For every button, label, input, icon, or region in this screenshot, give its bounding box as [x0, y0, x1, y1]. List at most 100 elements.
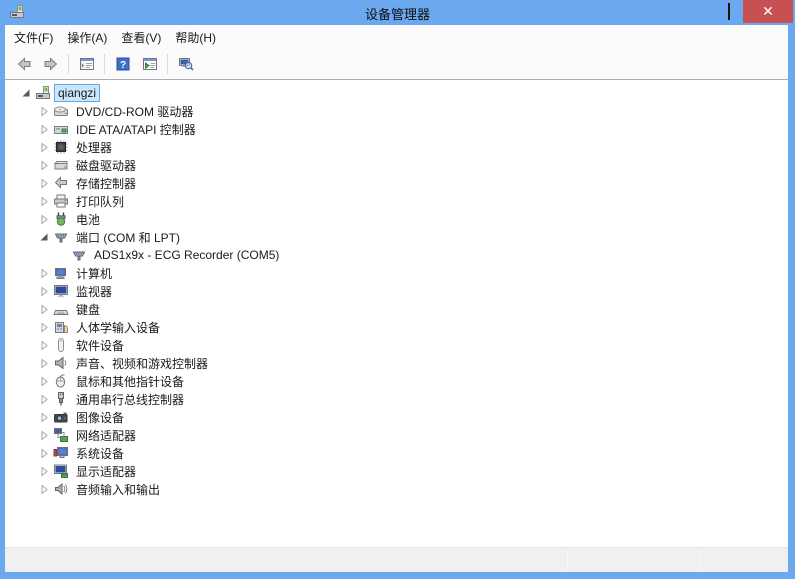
properties-button[interactable]: [137, 52, 162, 77]
network-adapter-icon: [53, 427, 69, 443]
tree-item-label[interactable]: 端口 (COM 和 LPT): [73, 228, 183, 247]
device-tree[interactable]: qiangzi DVD/CD-ROM 驱动器 IDE ATA/ATAPI 控制器 处理…: [5, 80, 788, 547]
tree-item-label[interactable]: 鼠标和其他指针设备: [73, 372, 187, 391]
toolbar-separator: [167, 54, 168, 74]
toolbar-separator: [68, 54, 69, 74]
back-arrow-icon: [16, 56, 32, 72]
tree-item-label[interactable]: 显示适配器: [73, 462, 139, 481]
show-hide-console-tree-button[interactable]: [74, 52, 99, 77]
tree-item-label[interactable]: 声音、视频和游戏控制器: [73, 354, 211, 373]
tree-item[interactable]: 图像设备: [5, 408, 788, 426]
collapsed-twisty-icon[interactable]: [38, 303, 50, 315]
minimize-button[interactable]: [685, 0, 714, 23]
collapsed-twisty-icon[interactable]: [38, 123, 50, 135]
scan-hardware-changes-button[interactable]: [173, 52, 198, 77]
tree-item-label[interactable]: 电池: [73, 210, 103, 229]
collapsed-twisty-icon[interactable]: [38, 213, 50, 225]
tree-item-label[interactable]: 系统设备: [73, 444, 127, 463]
tree-item-label[interactable]: 音频输入和输出: [73, 480, 163, 499]
tree-item[interactable]: DVD/CD-ROM 驱动器: [5, 102, 788, 120]
collapsed-twisty-icon[interactable]: [38, 429, 50, 441]
tree-item[interactable]: qiangzi: [5, 84, 788, 102]
tree-item[interactable]: 网络适配器: [5, 426, 788, 444]
tree-item-label[interactable]: 计算机: [73, 264, 115, 283]
close-button[interactable]: ✕: [743, 0, 793, 23]
client-area: 文件(F) 操作(A) 查看(V) 帮助(H) ? qiangzi DVD/CD-ROM…: [5, 25, 788, 572]
collapsed-twisty-icon[interactable]: [38, 465, 50, 477]
tree-item-label[interactable]: 处理器: [73, 138, 115, 157]
tree-item-label[interactable]: 软件设备: [73, 336, 127, 355]
tree-item[interactable]: 音频输入和输出: [5, 480, 788, 498]
collapsed-twisty-icon[interactable]: [38, 375, 50, 387]
battery-icon: [53, 211, 69, 227]
back-button[interactable]: [11, 52, 36, 77]
tree-item-label[interactable]: 图像设备: [73, 408, 127, 427]
collapsed-twisty-icon[interactable]: [38, 285, 50, 297]
collapsed-twisty-icon[interactable]: [38, 195, 50, 207]
tree-item[interactable]: 端口 (COM 和 LPT): [5, 228, 788, 246]
help-button[interactable]: ?: [110, 52, 135, 77]
tree-item-label[interactable]: IDE ATA/ATAPI 控制器: [73, 120, 199, 139]
software-device-icon: [53, 337, 69, 353]
close-icon: ✕: [762, 3, 774, 20]
toolbar-separator: [104, 54, 105, 74]
collapsed-twisty-icon[interactable]: [38, 105, 50, 117]
collapsed-twisty-icon[interactable]: [38, 267, 50, 279]
tree-item[interactable]: 软件设备: [5, 336, 788, 354]
tree-item[interactable]: 计算机: [5, 264, 788, 282]
tree-item[interactable]: 声音、视频和游戏控制器: [5, 354, 788, 372]
tree-item[interactable]: 电池: [5, 210, 788, 228]
tree-item[interactable]: 处理器: [5, 138, 788, 156]
tree-item[interactable]: 通用串行总线控制器: [5, 390, 788, 408]
tree-item[interactable]: 磁盘驱动器: [5, 156, 788, 174]
menu-view[interactable]: 查看(V): [114, 25, 168, 50]
tree-item[interactable]: 显示适配器: [5, 462, 788, 480]
tree-item-label[interactable]: ADS1x9x - ECG Recorder (COM5): [91, 247, 282, 263]
tree-item[interactable]: 监视器: [5, 282, 788, 300]
storage-controller-icon: [53, 175, 69, 191]
expanded-twisty-icon[interactable]: [20, 87, 32, 99]
collapsed-twisty-icon[interactable]: [38, 411, 50, 423]
collapsed-twisty-icon[interactable]: [38, 141, 50, 153]
tree-item-label[interactable]: 通用串行总线控制器: [73, 390, 187, 409]
menu-help[interactable]: 帮助(H): [168, 25, 223, 50]
device-manager-window: 设备管理器 ✕ 文件(F) 操作(A) 查看(V) 帮助(H) ? qiangzi DV…: [0, 0, 795, 579]
keyboard-icon: [53, 301, 69, 317]
menubar: 文件(F) 操作(A) 查看(V) 帮助(H): [5, 25, 788, 49]
tree-item[interactable]: 打印队列: [5, 192, 788, 210]
status-section: [568, 548, 699, 572]
tree-item[interactable]: ADS1x9x - ECG Recorder (COM5): [5, 246, 788, 264]
collapsed-twisty-icon[interactable]: [38, 321, 50, 333]
tree-item-label[interactable]: 键盘: [73, 300, 103, 319]
tree-item[interactable]: IDE ATA/ATAPI 控制器: [5, 120, 788, 138]
collapsed-twisty-icon[interactable]: [38, 159, 50, 171]
titlebar[interactable]: 设备管理器 ✕: [0, 0, 795, 25]
collapsed-twisty-icon[interactable]: [38, 483, 50, 495]
forward-button[interactable]: [38, 52, 63, 77]
status-section: [700, 548, 788, 572]
menu-file[interactable]: 文件(F): [7, 25, 60, 50]
tree-item[interactable]: 鼠标和其他指针设备: [5, 372, 788, 390]
tree-item-label[interactable]: qiangzi: [53, 84, 101, 102]
collapsed-twisty-icon[interactable]: [38, 177, 50, 189]
tree-item-label[interactable]: 网络适配器: [73, 426, 139, 445]
dvd-drive-icon: [53, 103, 69, 119]
expanded-twisty-icon[interactable]: [38, 231, 50, 243]
menu-action[interactable]: 操作(A): [60, 25, 114, 50]
collapsed-twisty-icon[interactable]: [38, 393, 50, 405]
tree-item[interactable]: 系统设备: [5, 444, 788, 462]
scan-hardware-icon: [178, 56, 194, 72]
collapsed-twisty-icon[interactable]: [38, 357, 50, 369]
tree-item[interactable]: 存储控制器: [5, 174, 788, 192]
tree-item-label[interactable]: 存储控制器: [73, 174, 139, 193]
tree-item-label[interactable]: 打印队列: [73, 192, 127, 211]
maximize-button[interactable]: [714, 0, 743, 23]
collapsed-twisty-icon[interactable]: [38, 339, 50, 351]
tree-item[interactable]: 人体学输入设备: [5, 318, 788, 336]
tree-item-label[interactable]: 磁盘驱动器: [73, 156, 139, 175]
tree-item-label[interactable]: DVD/CD-ROM 驱动器: [73, 102, 196, 121]
tree-item-label[interactable]: 监视器: [73, 282, 115, 301]
collapsed-twisty-icon[interactable]: [38, 447, 50, 459]
tree-item-label[interactable]: 人体学输入设备: [73, 318, 163, 337]
tree-item[interactable]: 键盘: [5, 300, 788, 318]
